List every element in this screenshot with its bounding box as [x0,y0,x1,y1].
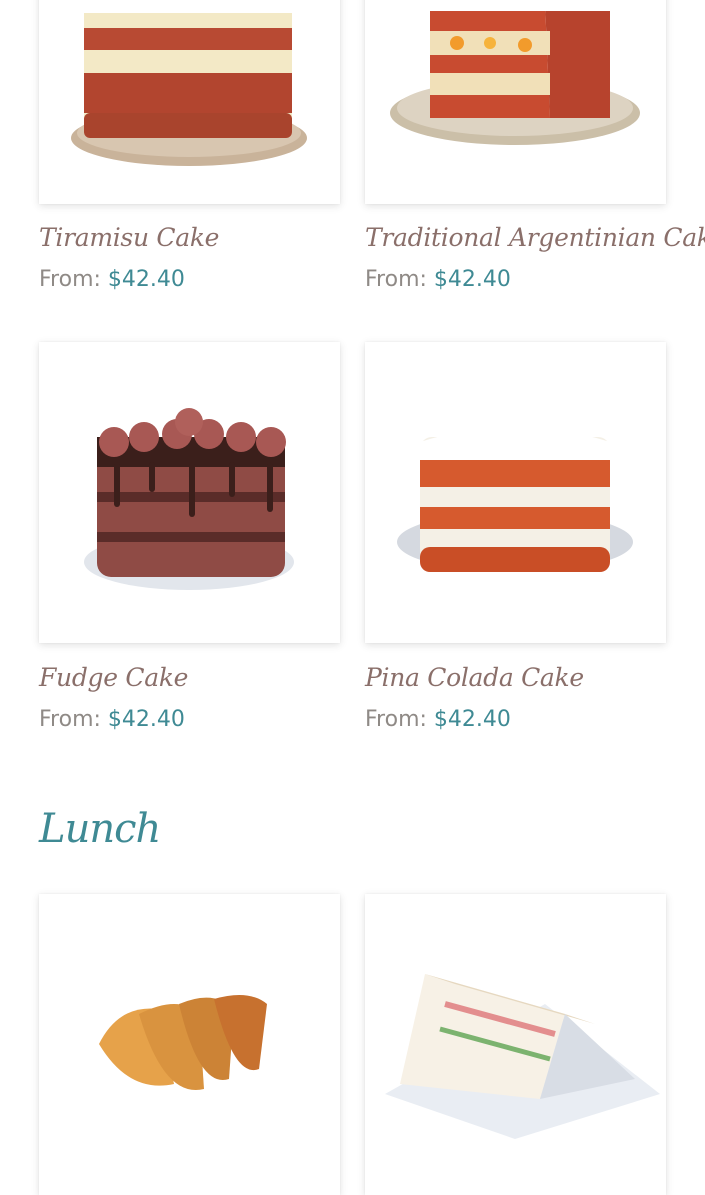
product-image-argentinian[interactable] [365,0,666,204]
product-title[interactable]: Tiramisu Cake [39,223,219,252]
price-from-label: From: [39,707,101,732]
product-image-pina-colada[interactable] [365,342,666,643]
price-value: $42.40 [433,267,511,292]
price-from-label: From: [365,707,427,732]
price-value: $42.40 [433,707,511,732]
product-price: From: $42.40 [365,267,511,292]
price-from-label: From: [39,267,101,292]
product-title[interactable]: Fudge Cake [39,663,188,692]
product-price: From: $42.40 [39,267,185,292]
section-heading-lunch: Lunch [39,806,161,852]
fudge-cake-image [84,408,294,590]
argentinian-cake-image [390,0,640,145]
price-from-label: From: [365,267,427,292]
pina-colada-cake-image [397,427,633,572]
tiramisu-cake-image [71,0,307,166]
empanadas-image [99,995,267,1091]
product-image-fudge[interactable] [39,342,340,643]
product-title[interactable]: Pina Colada Cake [365,663,584,692]
product-price: From: $42.40 [39,707,185,732]
sandwiches-image [385,974,660,1139]
product-image-tiramisu[interactable] [39,0,340,204]
product-price: From: $42.40 [365,707,511,732]
product-title[interactable]: Traditional Argentinian Cake [365,223,705,252]
price-value: $42.40 [107,707,185,732]
product-image-sandwiches[interactable] [365,894,666,1195]
price-value: $42.40 [107,267,185,292]
product-image-empanadas[interactable] [39,894,340,1195]
